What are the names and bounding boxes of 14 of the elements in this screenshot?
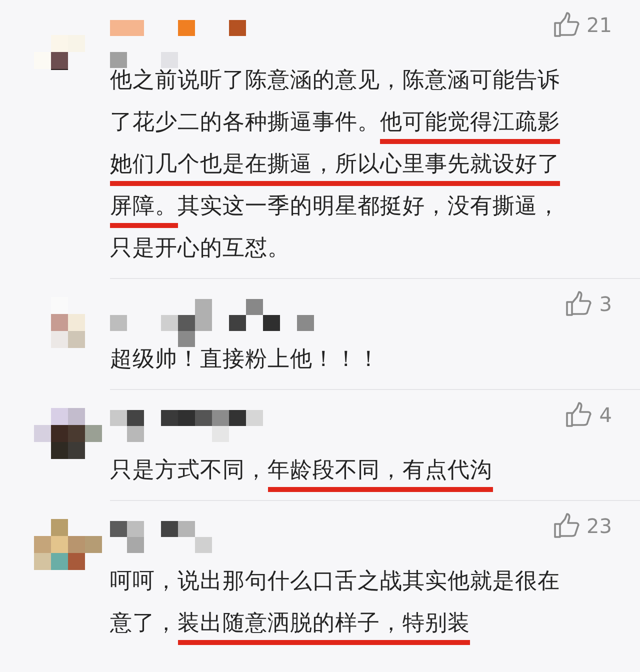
like-count: 23 [586, 514, 612, 538]
comment-text: 只是方式不同，年龄段不同，有点代沟 [110, 450, 572, 492]
like-count: 21 [586, 13, 612, 37]
thumbs-up-icon[interactable] [552, 513, 581, 539]
like-count: 3 [599, 292, 612, 316]
thumbs-up-icon[interactable] [565, 291, 594, 317]
comment-text: 他之前说听了陈意涵的意见，陈意涵可能告诉了花少二的各种撕逼事件。他可能觉得江疏影她们几个也是在撕逼，所以心里事先就设好了屏障。其实这一季的明星都挺好，没有撕逼，只是开心的互怼。 [110, 67, 561, 263]
comment-text: 呵呵，说出那句什么口舌之战其实他就是很在意了，装出随意洒脱的样子，特别装 [110, 561, 572, 645]
thumbs-up-icon[interactable] [565, 402, 594, 428]
pixelated-avatar [34, 408, 102, 460]
pixelated-avatar [34, 519, 102, 571]
like-count: 4 [599, 403, 612, 427]
comment-text: 超级帅！直接粉上他！！！ [110, 346, 381, 374]
thumbs-up-icon[interactable] [552, 12, 581, 38]
